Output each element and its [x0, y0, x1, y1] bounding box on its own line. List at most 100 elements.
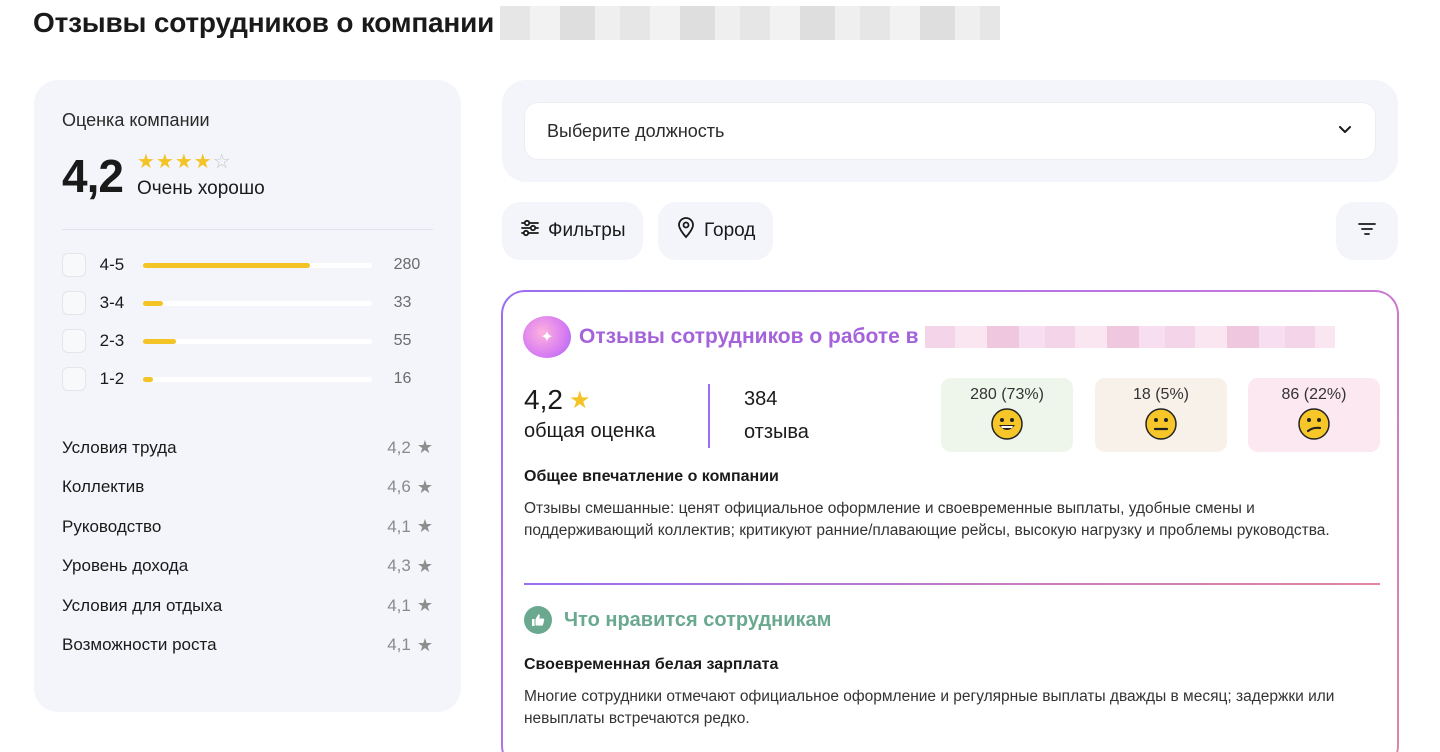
- rating-stars: ★★★★☆: [137, 152, 265, 172]
- star-icon: ★: [416, 476, 433, 497]
- star-filled-icon: ★: [174, 151, 194, 173]
- distribution-bar-fill: [143, 300, 163, 306]
- rating-distribution: 4-5 280 3-4 33 2-3 55 1-2 16: [62, 246, 433, 398]
- category-value-wrap: 4,3 ★: [387, 556, 433, 577]
- star-icon: ★: [416, 595, 433, 616]
- neutral-face-icon: [1145, 408, 1177, 440]
- category-row: Возможности роста 4,1 ★: [62, 626, 433, 666]
- city-button[interactable]: Город: [658, 202, 774, 260]
- divider: [708, 384, 710, 448]
- review-summary-title: Отзывы сотрудников о работе в: [579, 325, 919, 348]
- category-value: 4,1: [387, 635, 411, 655]
- rating-word: Очень хорошо: [136, 178, 265, 199]
- distribution-row[interactable]: 4-5 280: [62, 246, 433, 284]
- category-ratings: Условия труда 4,2 ★ Коллектив 4,6 ★ Руково…: [62, 428, 433, 665]
- position-select[interactable]: Выберите должность: [524, 102, 1376, 160]
- ai-review-summary-card: ✦ Отзывы сотрудников о работе в 4,2 ★ об…: [501, 290, 1399, 752]
- category-name: Коллектив: [62, 477, 145, 497]
- category-value-wrap: 4,1 ★: [387, 635, 433, 656]
- distribution-label: 1-2: [99, 369, 125, 388]
- category-name: Возможности роста: [62, 635, 217, 655]
- mood-negative[interactable]: 86 (22%): [1248, 378, 1380, 452]
- grinning-face-icon: [991, 408, 1023, 440]
- category-name: Условия труда: [62, 437, 177, 457]
- category-row: Руководство 4,1 ★: [62, 507, 433, 547]
- like-item-title: Своевременная белая зарплата: [524, 656, 779, 673]
- star-filled-icon: ★: [136, 151, 156, 173]
- filters-label: Фильтры: [548, 220, 626, 241]
- category-value: 4,2: [387, 437, 411, 457]
- page-title: Отзывы сотрудников о компании: [33, 6, 1001, 40]
- category-name: Условия для отдыха: [62, 595, 223, 615]
- star-filled-icon: ★: [193, 151, 213, 173]
- distribution-bar: [143, 338, 372, 344]
- star-icon: ★: [416, 634, 433, 655]
- review-summary-header: ✦ Отзывы сотрудников о работе в: [523, 316, 1377, 358]
- thumbs-up-icon: [524, 606, 552, 634]
- review-count-label: отзыва: [744, 421, 809, 443]
- category-name: Уровень дохода: [62, 556, 189, 576]
- distribution-label: 4-5: [99, 255, 125, 274]
- star-icon: ★: [416, 437, 433, 458]
- star-icon: ★: [416, 555, 433, 576]
- confused-face-icon: [1298, 408, 1330, 440]
- position-select-container: Выберите должность: [502, 80, 1398, 182]
- mood-neutral[interactable]: 18 (5%): [1095, 378, 1227, 452]
- distribution-checkbox[interactable]: [62, 253, 86, 277]
- overall-score: 4,2: [524, 384, 563, 415]
- company-name-redacted: [924, 326, 1335, 348]
- company-rating-card: Оценка компании 4,2 ★★★★☆ Очень хорошо 4…: [34, 80, 461, 712]
- mood-positive[interactable]: 280 (73%): [941, 378, 1073, 452]
- city-label: Город: [704, 220, 756, 241]
- star-filled-icon: ★: [155, 151, 175, 173]
- review-stats: 4,2 ★ общая оценка 384 отзыва 280 (73%) …: [524, 378, 1380, 454]
- distribution-bar: [143, 376, 372, 382]
- distribution-checkbox[interactable]: [62, 329, 86, 353]
- divider: [524, 583, 1380, 585]
- distribution-row[interactable]: 1-2 16: [62, 360, 433, 398]
- category-value-wrap: 4,1 ★: [387, 516, 433, 537]
- distribution-count: 55: [393, 332, 412, 349]
- category-name: Руководство: [62, 516, 162, 536]
- star-empty-icon: ☆: [212, 151, 232, 173]
- category-row: Коллектив 4,6 ★: [62, 468, 433, 508]
- divider: [62, 229, 433, 230]
- likes-title: Что нравится сотрудникам: [564, 608, 832, 631]
- category-row: Условия для отдыха 4,1 ★: [62, 586, 433, 626]
- category-value: 4,6: [387, 477, 411, 497]
- category-value-wrap: 4,1 ★: [387, 595, 433, 616]
- rating-card-label: Оценка компании: [62, 110, 210, 130]
- sort-icon: [1357, 221, 1377, 242]
- star-icon: ★: [568, 386, 591, 414]
- mood-negative-text: 86 (22%): [1281, 386, 1347, 403]
- sort-button[interactable]: [1336, 202, 1398, 260]
- star-icon: ★: [416, 516, 433, 537]
- position-select-placeholder: Выберите должность: [547, 120, 725, 141]
- company-name-redacted: [500, 6, 1001, 40]
- distribution-label: 3-4: [99, 293, 125, 312]
- distribution-checkbox[interactable]: [62, 367, 86, 391]
- distribution-bar: [143, 262, 372, 268]
- distribution-bar: [143, 300, 372, 306]
- distribution-bar-fill: [143, 262, 310, 268]
- impression-text: Отзывы смешанные: ценят официальное офор…: [524, 500, 1330, 539]
- category-value: 4,1: [387, 516, 411, 536]
- distribution-row[interactable]: 2-3 55: [62, 322, 433, 360]
- category-value: 4,1: [387, 595, 411, 615]
- rating-score-row: 4,2 ★★★★☆ Очень хорошо: [62, 149, 433, 203]
- category-row: Уровень дохода 4,3 ★: [62, 547, 433, 587]
- distribution-checkbox[interactable]: [62, 291, 86, 315]
- review-count-block: 384 отзыва: [744, 388, 809, 444]
- rating-score-side: ★★★★☆ Очень хорошо: [137, 152, 265, 200]
- distribution-row[interactable]: 3-4 33: [62, 284, 433, 322]
- overall-score-block: 4,2 ★ общая оценка: [524, 384, 655, 443]
- distribution-label: 2-3: [99, 331, 125, 350]
- filters-button[interactable]: Фильтры: [502, 202, 644, 260]
- mood-positive-text: 280 (73%): [970, 386, 1044, 403]
- distribution-count: 16: [393, 370, 412, 387]
- page-title-text: Отзывы сотрудников о компании: [33, 7, 495, 38]
- review-count: 384: [744, 388, 778, 410]
- rating-score: 4,2: [62, 150, 124, 202]
- likes-header: Что нравится сотрудникам: [524, 606, 831, 634]
- overall-score-label: общая оценка: [524, 420, 656, 442]
